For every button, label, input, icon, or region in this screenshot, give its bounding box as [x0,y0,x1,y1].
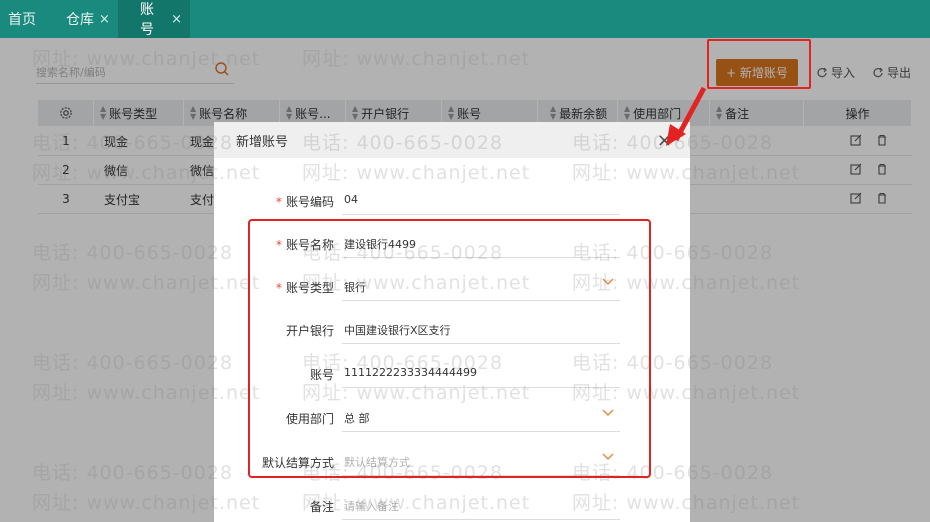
tab-label: 仓库 [66,12,94,28]
highlight-add-button [707,39,811,89]
remark-input[interactable]: 请输入备注 [342,490,620,520]
top-nav: 首页 仓库 × 账号 × [0,0,930,38]
dialog-title: 新增账号 [236,134,289,150]
account-code-input[interactable]: 04 [342,185,620,215]
highlight-form-fields [248,219,651,478]
field-label-text: 账号编码 [285,195,334,209]
field-label: * 账号编码 [276,193,334,210]
close-icon[interactable]: × [99,12,110,27]
form-row-account-code: * 账号编码 04 [214,185,690,215]
dialog-header: 新增账号 × [214,122,690,158]
tab-warehouse[interactable]: 仓库 × [52,0,118,38]
field-label: 备注 [309,500,334,514]
required-mark: * [275,195,282,209]
tab-account[interactable]: 账号 × [118,0,190,38]
tab-label: 首页 [8,12,36,28]
tab-label: 账号 [140,2,154,38]
close-icon[interactable]: × [171,12,182,27]
form-row-remark: 备注 请输入备注 [214,490,690,520]
tab-home[interactable]: 首页 [0,0,52,38]
annotation-arrow-icon [666,86,707,146]
